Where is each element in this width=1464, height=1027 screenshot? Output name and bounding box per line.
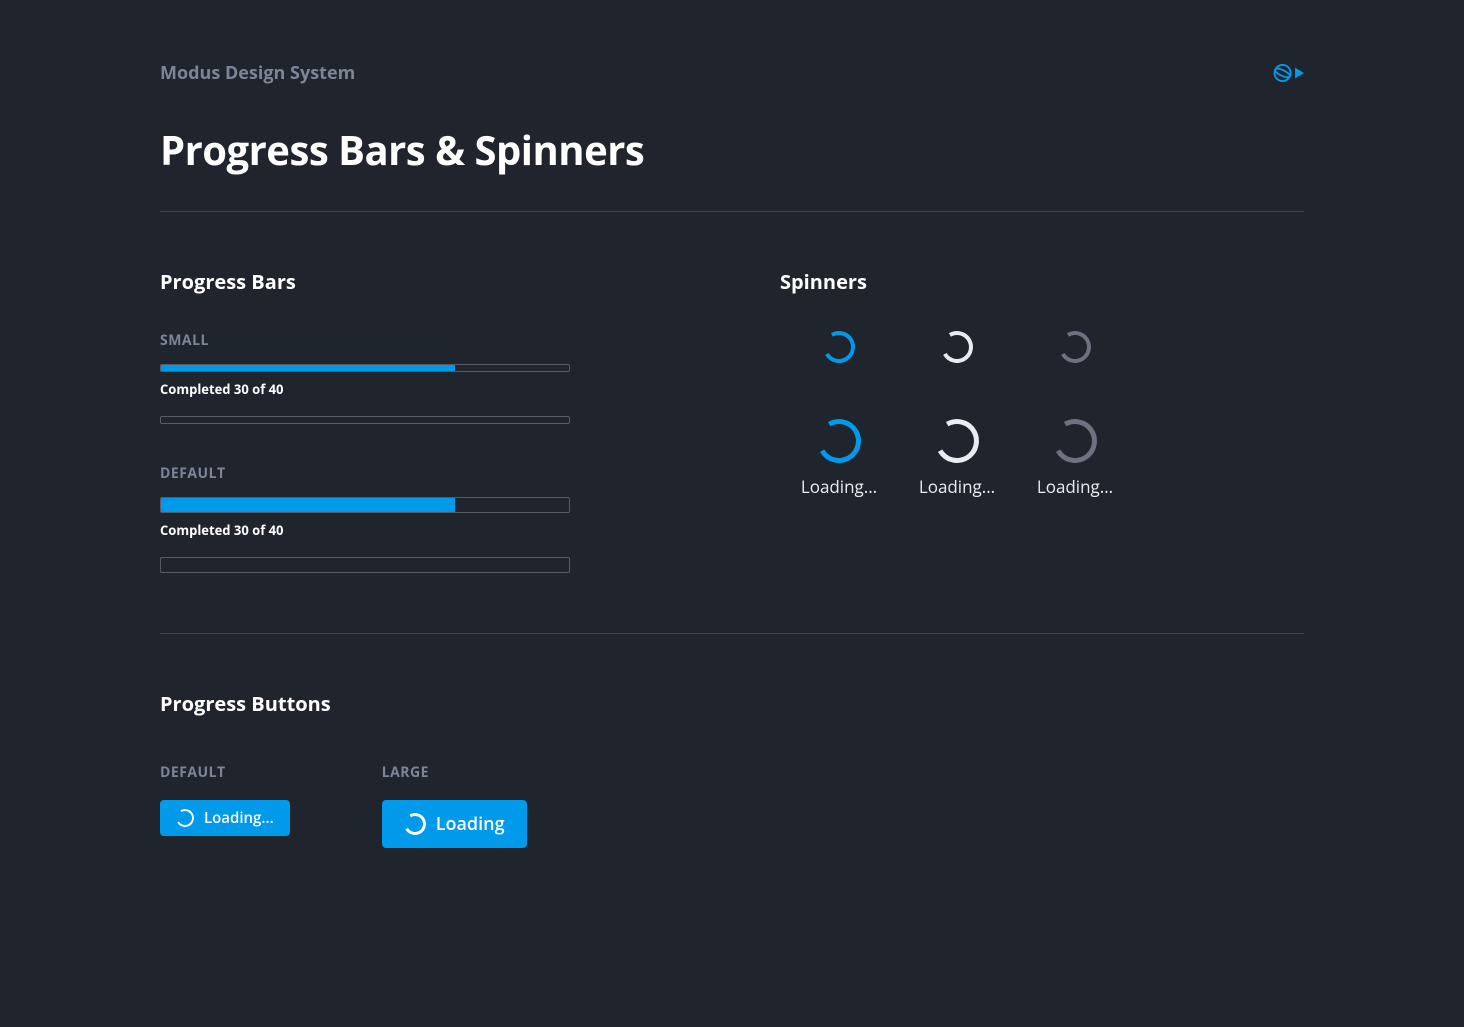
spinner-icon xyxy=(819,327,858,366)
divider xyxy=(160,211,1304,212)
progress-buttons-row: DEFAULT Loading... LARGE Loading xyxy=(160,753,1304,848)
spinner-icon xyxy=(1048,414,1102,468)
progress-bar-small-label: SMALL xyxy=(160,331,570,350)
spinners-column: Spinners Loading... Loading... Loading... xyxy=(780,268,1134,613)
header-row: Modus Design System xyxy=(160,60,1304,86)
progress-button-large-label: LARGE xyxy=(382,763,527,782)
progress-bar-small-empty[interactable] xyxy=(160,416,570,424)
progress-bar-small-caption: Completed 30 of 40 xyxy=(160,380,570,398)
top-two-column: Progress Bars SMALL Completed 30 of 40 D… xyxy=(160,268,1304,613)
loading-button-large-text: Loading xyxy=(436,812,505,836)
progress-bar-small-fill xyxy=(161,365,455,371)
spinner-cell xyxy=(941,331,973,363)
progress-bar-default-fill xyxy=(161,498,455,512)
progress-button-default-col: DEFAULT Loading... xyxy=(160,753,290,848)
spinner-cell xyxy=(823,331,855,363)
loading-button-large[interactable]: Loading xyxy=(382,800,527,848)
spinner-label: Loading... xyxy=(801,475,877,498)
spinner-icon xyxy=(174,807,196,829)
spinner-icon xyxy=(930,414,984,468)
progress-bars-column: Progress Bars SMALL Completed 30 of 40 D… xyxy=(160,268,570,613)
spinner-cell: Loading... xyxy=(801,419,877,498)
spinner-icon xyxy=(1055,327,1094,366)
divider xyxy=(160,633,1304,634)
spinner-cell: Loading... xyxy=(919,419,995,498)
spinner-label: Loading... xyxy=(919,475,995,498)
progress-button-default-label: DEFAULT xyxy=(160,763,290,782)
progress-bar-group-small: SMALL Completed 30 of 40 xyxy=(160,331,570,424)
progress-bar-default-empty[interactable] xyxy=(160,557,570,573)
spinner-icon xyxy=(812,414,866,468)
page-root: Modus Design System Progress Bars & Spin… xyxy=(0,0,1464,928)
progress-buttons-section: Progress Buttons DEFAULT Loading... LARG… xyxy=(160,690,1304,848)
progress-bars-heading: Progress Bars xyxy=(160,268,570,295)
progress-bar-group-default: DEFAULT Completed 30 of 40 xyxy=(160,464,570,573)
brand-label: Modus Design System xyxy=(160,61,355,85)
progress-bar-small[interactable] xyxy=(160,364,570,372)
progress-button-large-col: LARGE Loading xyxy=(382,753,527,848)
spinner-grid: Loading... Loading... Loading... xyxy=(780,331,1134,498)
progress-buttons-heading: Progress Buttons xyxy=(160,690,1304,717)
spinner-icon xyxy=(937,327,976,366)
spinner-icon xyxy=(401,811,428,838)
spinners-heading: Spinners xyxy=(780,268,1134,295)
loading-button-default[interactable]: Loading... xyxy=(160,800,290,836)
trimble-logo-icon xyxy=(1270,60,1304,86)
spinner-cell xyxy=(1059,331,1091,363)
spinner-label: Loading... xyxy=(1037,475,1113,498)
loading-button-default-text: Loading... xyxy=(204,808,274,828)
progress-bar-default[interactable] xyxy=(160,497,570,513)
progress-bar-default-caption: Completed 30 of 40 xyxy=(160,521,570,539)
spinner-cell: Loading... xyxy=(1037,419,1113,498)
progress-bar-default-label: DEFAULT xyxy=(160,464,570,483)
page-title: Progress Bars & Spinners xyxy=(160,122,1304,177)
